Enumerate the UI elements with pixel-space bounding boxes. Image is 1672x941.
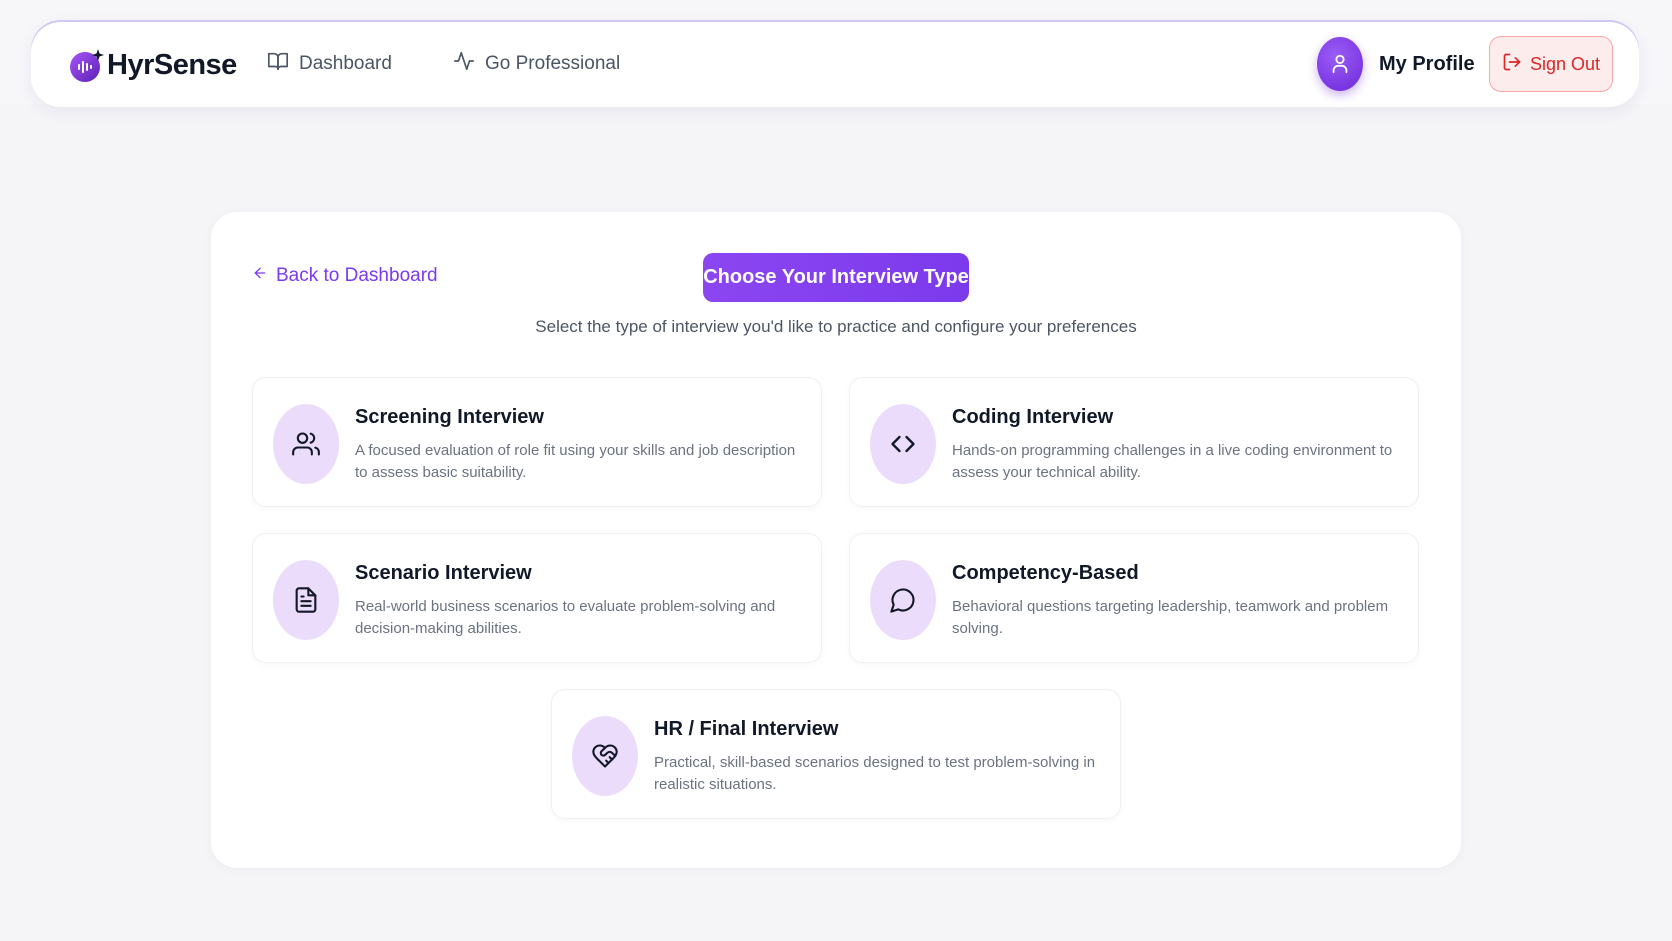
nav-dashboard-label: Dashboard [299,53,392,74]
users-icon [273,404,339,484]
my-profile-button[interactable]: My Profile [1317,37,1475,91]
brand-name: HyrSense [107,48,237,81]
page-title: Choose Your Interview Type [703,253,969,302]
nav-go-professional[interactable]: Go Professional [453,50,620,78]
sign-out-button[interactable]: Sign Out [1489,36,1613,92]
card-title: Scenario Interview [355,562,532,584]
scenario-interview-card[interactable]: Scenario Interview Real-world business s… [252,533,822,663]
screening-interview-card[interactable]: Screening Interview A focused evaluation… [252,377,822,507]
activity-icon [453,50,475,78]
card-description: Real-world business scenarios to evaluat… [355,598,776,637]
back-to-dashboard-link[interactable]: Back to Dashboard [252,265,438,287]
card-description: A focused evaluation of role fit using y… [355,442,796,481]
user-icon [1332,54,1348,74]
code-icon [870,404,936,484]
page-subtitle: Select the type of interview you'd like … [535,317,1137,336]
card-title: Coding Interview [952,406,1114,428]
card-title: Screening Interview [355,406,544,428]
sign-out-label: Sign Out [1529,53,1601,74]
card-description: Hands-on programming challenges in a liv… [952,442,1393,481]
logo-mark-icon [69,47,105,83]
coding-interview-card[interactable]: Coding Interview Hands-on programming ch… [849,377,1419,507]
app-header: HyrSense Dashboard Go Professional My Pr… [31,22,1639,107]
back-label: Back to Dashboard [276,265,438,286]
heart-handshake-icon [572,716,638,796]
card-title: Competency-Based [952,562,1139,584]
document-icon [273,560,339,640]
chat-bubble-icon [870,560,936,640]
book-open-icon [267,50,289,78]
card-title: HR / Final Interview [654,718,839,740]
card-description: Behavioral questions targeting leadershi… [952,598,1389,637]
log-out-icon [1502,52,1522,77]
profile-label: My Profile [1379,52,1475,75]
competency-based-card[interactable]: Competency-Based Behavioral questions ta… [849,533,1419,663]
arrow-left-icon [252,265,268,287]
interview-type-panel: Back to Dashboard Choose Your Interview … [211,212,1461,868]
nav-go-professional-label: Go Professional [485,53,621,74]
brand-logo[interactable]: HyrSense [69,44,237,86]
avatar [1317,37,1363,91]
hr-final-interview-card[interactable]: HR / Final Interview Practical, skill-ba… [551,689,1121,819]
card-description: Practical, skill-based scenarios designe… [654,754,1096,793]
nav-dashboard[interactable]: Dashboard [267,50,392,78]
